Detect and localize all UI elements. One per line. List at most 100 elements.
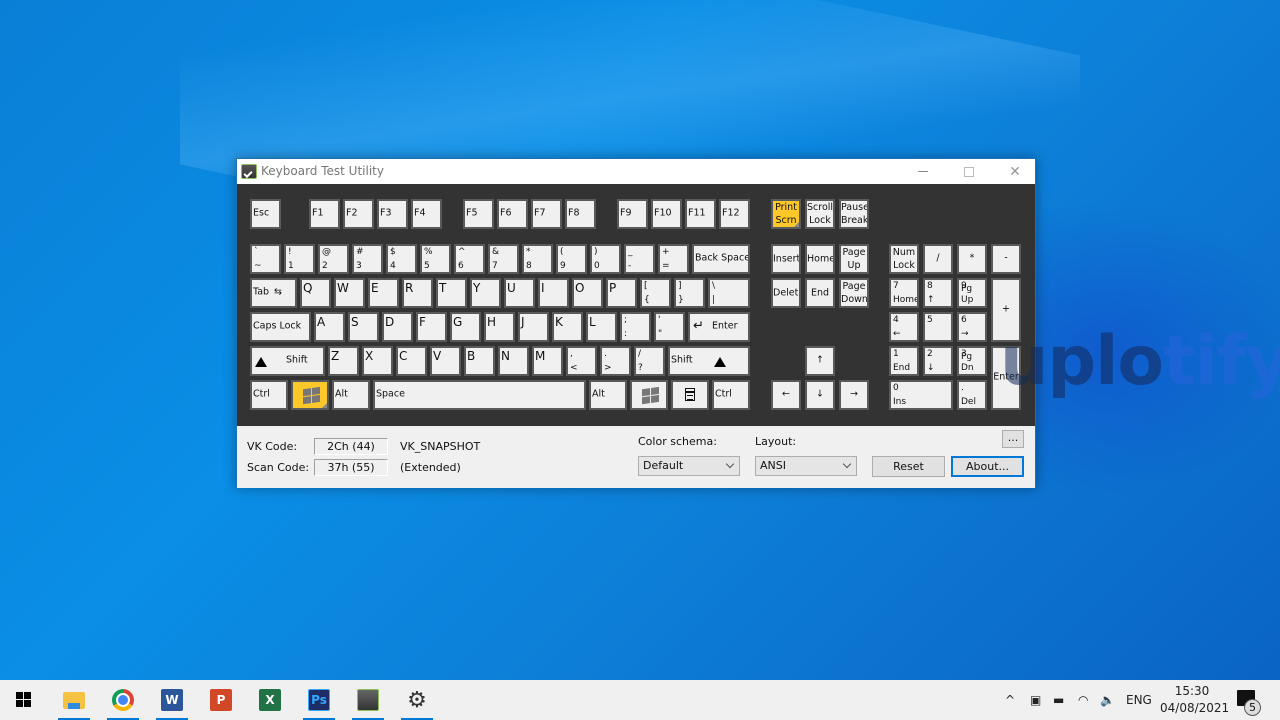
layout-select[interactable]: ANSI <box>755 456 857 476</box>
key-o[interactable]: O <box>572 278 603 308</box>
key-num-1[interactable]: 1 End <box>889 346 919 376</box>
key-num-plus[interactable]: + <box>991 278 1021 342</box>
key-num-6[interactable]: 6 → <box>957 312 987 342</box>
key-v[interactable]: V <box>430 346 461 376</box>
key-m[interactable]: M <box>532 346 563 376</box>
key-space[interactable]: Space <box>373 380 586 410</box>
title-bar[interactable]: Keyboard Test Utility ✕ <box>237 159 1035 184</box>
taskbar-file-explorer[interactable] <box>54 680 94 720</box>
tray-meet-now[interactable]: ▣ <box>1030 680 1041 720</box>
key-nav-2[interactable]: Page Up <box>839 244 869 274</box>
key-system-1[interactable]: Scroll Lock <box>805 199 835 229</box>
maximize-button[interactable] <box>946 159 992 184</box>
key-c[interactable]: C <box>396 346 427 376</box>
key-k[interactable]: K <box>552 312 583 342</box>
key-left-shift[interactable]: Shift <box>250 346 325 376</box>
key-num-3[interactable]: 3 Pg Dn <box>957 346 987 376</box>
key-number-0[interactable]: ` ~ <box>250 244 281 274</box>
key-tab[interactable]: Tab ⇆ <box>250 278 297 308</box>
key-r[interactable]: R <box>402 278 433 308</box>
key-num-multiply[interactable]: * <box>957 244 987 274</box>
key-left-win[interactable] <box>291 380 329 410</box>
key-caps-lock[interactable]: Caps Lock <box>250 312 311 342</box>
key-number-8[interactable]: * 8 <box>522 244 553 274</box>
about-button[interactable]: About... <box>951 456 1024 477</box>
key-system-0[interactable]: Print Scrn <box>771 199 801 229</box>
key-punct-bottom-1[interactable]: . > <box>600 346 631 376</box>
key-n[interactable]: N <box>498 346 529 376</box>
key-u[interactable]: U <box>504 278 535 308</box>
key-system-2[interactable]: Pause Break <box>839 199 869 229</box>
key-number-5[interactable]: % 5 <box>420 244 451 274</box>
key-number-6[interactable]: ^ 6 <box>454 244 485 274</box>
key-number-3[interactable]: #3 <box>352 244 383 274</box>
taskbar-excel[interactable]: X <box>250 680 290 720</box>
key-f11[interactable]: F11 <box>685 199 716 229</box>
key-enter[interactable]: ↵ Enter <box>688 312 750 342</box>
taskbar-chrome[interactable] <box>103 680 143 720</box>
key-number-1[interactable]: ! 1 <box>284 244 315 274</box>
key-e[interactable]: E <box>368 278 399 308</box>
key-backspace[interactable]: Back Space <box>692 244 750 274</box>
key-f4[interactable]: F4 <box>411 199 442 229</box>
tray-battery[interactable]: ▬ <box>1053 680 1064 720</box>
key-number-7[interactable]: & 7 <box>488 244 519 274</box>
show-hidden-icons[interactable]: ^ <box>1005 680 1015 720</box>
key-punct-bottom-0[interactable]: , < <box>566 346 597 376</box>
minimize-button[interactable] <box>900 159 946 184</box>
key-num-2[interactable]: 2 ↓ <box>923 346 953 376</box>
key-right-win[interactable] <box>630 380 668 410</box>
taskbar-photoshop[interactable]: Ps <box>299 680 339 720</box>
taskbar-powerpoint[interactable]: P <box>201 680 241 720</box>
key-num-7[interactable]: 7 Home <box>889 278 919 308</box>
key-number-12[interactable]: + = <box>658 244 689 274</box>
key-num-4[interactable]: 4 ← <box>889 312 919 342</box>
key-right-ctrl[interactable]: Ctrl <box>712 380 750 410</box>
key-number-11[interactable]: _ - <box>624 244 655 274</box>
key-f2[interactable]: F2 <box>343 199 374 229</box>
start-button[interactable] <box>4 680 44 720</box>
key-w[interactable]: W <box>334 278 365 308</box>
key-left-ctrl[interactable]: Ctrl <box>250 380 288 410</box>
key-punct-bottom-2[interactable]: /? <box>634 346 665 376</box>
tray-language[interactable]: ENG <box>1126 680 1152 720</box>
key-arrow-left[interactable]: ← <box>771 380 801 410</box>
key-num-9[interactable]: 9 Pg Up <box>957 278 987 308</box>
key-left-alt[interactable]: Alt <box>332 380 370 410</box>
key-f[interactable]: F <box>416 312 447 342</box>
key-num-divide[interactable]: / <box>923 244 953 274</box>
key-esc[interactable]: Esc <box>250 199 281 229</box>
key-arrow-up[interactable]: ↑ <box>805 346 835 376</box>
taskbar-settings[interactable]: ⚙ <box>397 680 437 720</box>
key-right-alt[interactable]: Alt <box>589 380 627 410</box>
key-f8[interactable]: F8 <box>565 199 596 229</box>
key-q[interactable]: Q <box>300 278 331 308</box>
key-x[interactable]: X <box>362 346 393 376</box>
close-button[interactable]: ✕ <box>992 159 1038 184</box>
key-y[interactable]: Y <box>470 278 501 308</box>
key-h[interactable]: H <box>484 312 515 342</box>
more-options-button[interactable]: ... <box>1002 430 1024 448</box>
key-bracket-0[interactable]: [{ <box>640 278 671 308</box>
reset-button[interactable]: Reset <box>872 456 945 477</box>
key-num-enter[interactable]: Enter <box>991 346 1021 410</box>
key-i[interactable]: I <box>538 278 569 308</box>
taskbar-word[interactable]: W <box>152 680 192 720</box>
key-d[interactable]: D <box>382 312 413 342</box>
key-a[interactable]: A <box>314 312 345 342</box>
key-nav-3[interactable]: Delete <box>771 278 801 308</box>
key-numlock[interactable]: Num Lock <box>889 244 919 274</box>
key-g[interactable]: G <box>450 312 481 342</box>
key-num-0[interactable]: 0 Ins <box>889 380 953 410</box>
key-b[interactable]: B <box>464 346 495 376</box>
key-punct-0[interactable]: ;: <box>620 312 651 342</box>
key-number-10[interactable]: ) 0 <box>590 244 621 274</box>
key-j[interactable]: J <box>518 312 549 342</box>
key-punct-1[interactable]: ' " <box>654 312 685 342</box>
key-number-9[interactable]: (9 <box>556 244 587 274</box>
key-f6[interactable]: F6 <box>497 199 528 229</box>
key-f10[interactable]: F10 <box>651 199 682 229</box>
key-nav-1[interactable]: Home <box>805 244 835 274</box>
key-arrow-right[interactable]: → <box>839 380 869 410</box>
tray-volume[interactable]: 🔈 <box>1100 680 1115 720</box>
